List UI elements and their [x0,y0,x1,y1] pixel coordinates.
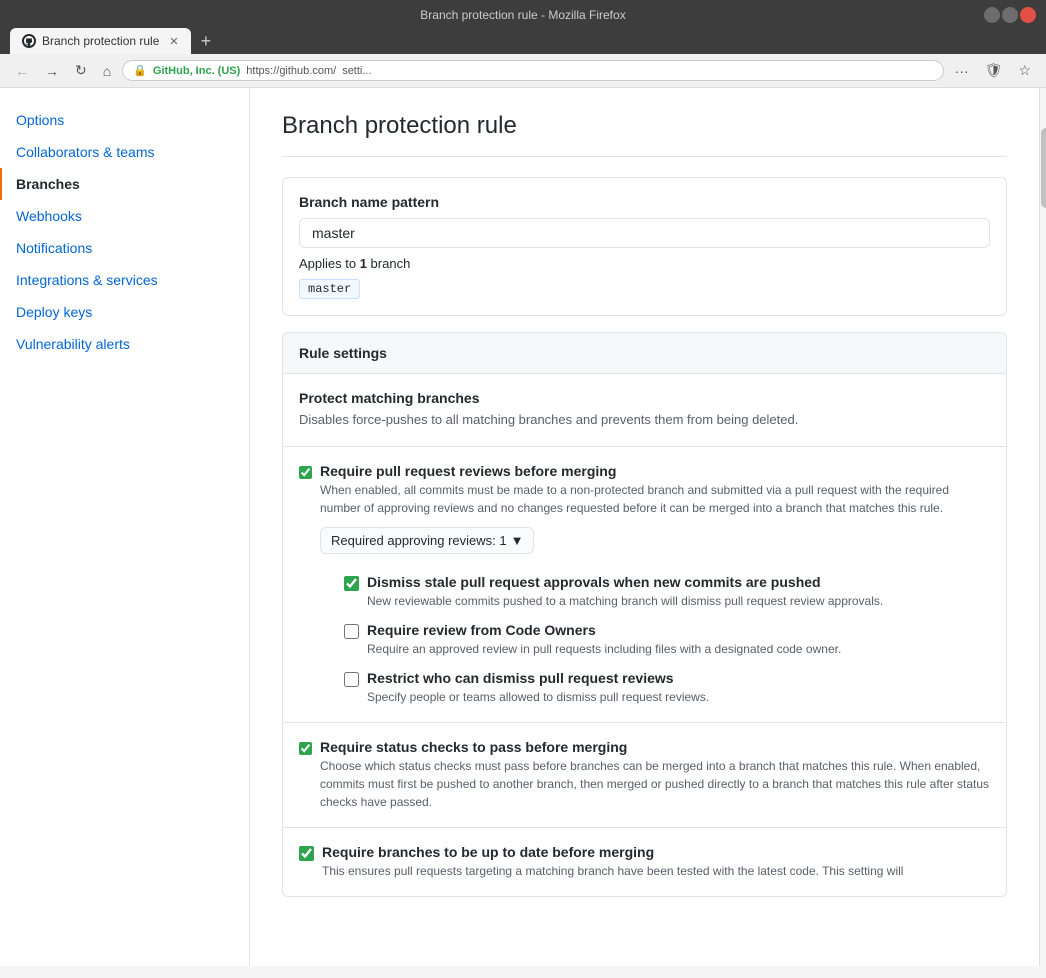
code-owners-desc: Require an approved review in pull reque… [367,640,841,658]
sidebar: Options Collaborators & teams Branches W… [0,88,250,966]
require-status-desc: Choose which status checks must pass bef… [320,757,990,811]
code-owners-content: Require review from Code Owners Require … [367,622,841,658]
approving-reviews-dropdown[interactable]: Required approving reviews: 1 ▼ [320,527,534,554]
dropdown-label: Required approving reviews: 1 [331,533,507,548]
tab-favicon [22,34,36,48]
protect-matching-section: Protect matching branches Disables force… [283,374,1006,447]
require-uptodate-section: Require branches to be up to date before… [283,828,1006,896]
sidebar-item-integrations[interactable]: Integrations & services [0,264,249,296]
protect-section-desc: Disables force-pushes to all matching br… [299,410,990,430]
applies-prefix: Applies to [299,256,360,271]
code-owners-checkbox[interactable] [344,624,359,639]
require-uptodate-desc: This ensures pull requests targeting a m… [322,862,903,880]
nested-options: Dismiss stale pull request approvals whe… [344,574,990,706]
sidebar-item-collaborators[interactable]: Collaborators & teams [0,136,249,168]
browser-controls [984,7,1036,23]
scrollbar-thumb[interactable] [1041,128,1046,208]
require-pr-checkbox[interactable] [299,465,312,480]
dismiss-stale-content: Dismiss stale pull request approvals whe… [367,574,883,610]
refresh-button[interactable]: ↻ [70,60,92,81]
browser-tab[interactable]: Branch protection rule ✕ [10,28,191,54]
restrict-dismiss-label: Restrict who can dismiss pull request re… [367,670,709,686]
field-label: Branch name pattern [299,194,990,210]
branch-name-input[interactable] [299,218,990,248]
sidebar-item-deploy-keys[interactable]: Deploy keys [0,296,249,328]
restrict-dismiss-content: Restrict who can dismiss pull request re… [367,670,709,706]
back-button[interactable]: ← [10,61,34,81]
code-owners-label: Require review from Code Owners [367,622,841,638]
branch-badge: master [299,279,360,299]
restrict-dismiss-desc: Specify people or teams allowed to dismi… [367,688,709,706]
browser-titlebar: Branch protection rule - Mozilla Firefox [10,8,1036,22]
applies-count: 1 [360,256,367,271]
sidebar-item-options[interactable]: Options [0,104,249,136]
tab-close-button[interactable]: ✕ [169,35,178,48]
branch-name-section: Branch name pattern Applies to 1 branch … [282,177,1007,316]
page-wrapper: Options Collaborators & teams Branches W… [0,88,1039,966]
require-status-label: Require status checks to pass before mer… [320,739,990,755]
require-pr-section: Require pull request reviews before merg… [283,447,1006,723]
dismiss-stale-label: Dismiss stale pull request approvals whe… [367,574,883,590]
bookmark-button[interactable]: ☆ [1013,60,1036,81]
home-button[interactable]: ⌂ [98,61,116,81]
applies-text: Applies to 1 branch [299,256,990,271]
require-status-checkbox-item: Require status checks to pass before mer… [299,739,990,811]
require-uptodate-checkbox-item: Require branches to be up to date before… [299,844,990,880]
restrict-dismiss-checkbox-item: Restrict who can dismiss pull request re… [344,670,990,706]
require-status-checkbox[interactable] [299,741,312,756]
tab-label: Branch protection rule [42,34,159,48]
chevron-down-icon: ▼ [511,533,524,548]
require-status-section: Require status checks to pass before mer… [283,723,1006,828]
applies-suffix: branch [367,256,410,271]
secure-icon: 🔒 [133,64,147,77]
sidebar-item-branches[interactable]: Branches [0,168,249,200]
require-pr-label: Require pull request reviews before merg… [320,463,990,479]
browser-tabs: Branch protection rule ✕ + [10,28,1036,54]
main-content: Branch protection rule Branch name patte… [250,88,1039,966]
sidebar-item-notifications[interactable]: Notifications [0,232,249,264]
address-bar[interactable]: 🔒 GitHub, Inc. (US) https://github.com/ … [122,60,943,81]
require-pr-content: Require pull request reviews before merg… [320,463,990,706]
maximize-button[interactable] [1002,7,1018,23]
reader-button[interactable]: 🛡 [980,60,1008,81]
require-uptodate-content: Require branches to be up to date before… [322,844,903,880]
rule-settings-header: Rule settings [283,333,1006,374]
dismiss-stale-checkbox[interactable] [344,576,359,591]
content-wrapper: Options Collaborators & teams Branches W… [0,88,1046,966]
browser-toolbar: ← → ↻ ⌂ 🔒 GitHub, Inc. (US) https://gith… [0,54,1046,88]
sidebar-item-webhooks[interactable]: Webhooks [0,200,249,232]
close-button[interactable] [1020,7,1036,23]
browser-chrome: Branch protection rule - Mozilla Firefox… [0,0,1046,54]
dismiss-stale-checkbox-item: Dismiss stale pull request approvals whe… [344,574,990,610]
dismiss-stale-desc: New reviewable commits pushed to a match… [367,592,883,610]
more-button[interactable]: ··· [950,60,974,81]
code-owners-checkbox-item: Require review from Code Owners Require … [344,622,990,658]
require-pr-desc: When enabled, all commits must be made t… [320,481,990,517]
require-uptodate-label: Require branches to be up to date before… [322,844,903,860]
forward-button[interactable]: → [40,61,64,81]
restrict-dismiss-checkbox[interactable] [344,672,359,687]
require-uptodate-checkbox[interactable] [299,846,314,861]
company-label: GitHub, Inc. (US) [153,65,240,77]
require-status-content: Require status checks to pass before mer… [320,739,990,811]
rule-settings-card: Rule settings Protect matching branches … [282,332,1007,897]
toolbar-extra: ··· 🛡 ☆ [950,60,1036,81]
url-suffix: setti... [342,65,371,77]
minimize-button[interactable] [984,7,1000,23]
new-tab-button[interactable]: + [193,28,220,54]
sidebar-item-vulnerability-alerts[interactable]: Vulnerability alerts [0,328,249,360]
browser-title: Branch protection rule - Mozilla Firefox [420,8,625,22]
scrollbar[interactable] [1039,88,1046,966]
protect-section-title: Protect matching branches [299,390,990,406]
page-title: Branch protection rule [282,112,1007,157]
require-pr-checkbox-item: Require pull request reviews before merg… [299,463,990,706]
url-text: https://github.com/ [246,65,336,77]
